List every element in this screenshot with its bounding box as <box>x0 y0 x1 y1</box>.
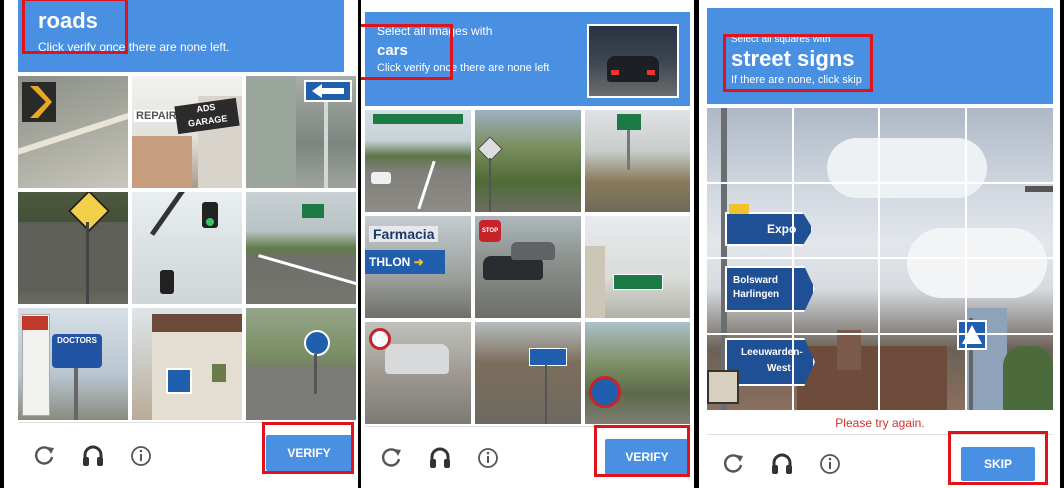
grid-square[interactable] <box>707 259 794 335</box>
car-icon <box>385 344 449 374</box>
reload-icon[interactable] <box>379 445 405 471</box>
image-tile[interactable] <box>246 76 356 188</box>
traffic-light-icon <box>202 202 218 228</box>
round-sign-icon <box>589 376 621 408</box>
reload-icon[interactable] <box>721 451 747 477</box>
grid-square[interactable] <box>880 183 967 259</box>
challenge-prompt: Select all squares with <box>731 34 831 45</box>
challenge-instruction: If there are none, click skip <box>731 74 862 86</box>
captcha-footer: SKIP <box>707 434 1053 488</box>
image-tile[interactable]: STOP <box>475 216 581 318</box>
challenge-header: roads Click verify once there are none l… <box>18 0 344 72</box>
image-tile[interactable] <box>246 308 356 420</box>
grid-square[interactable] <box>880 259 967 335</box>
image-tile[interactable] <box>132 308 242 420</box>
image-tile[interactable]: Farmacia THLON ➜ <box>365 216 471 318</box>
image-tile[interactable] <box>475 322 581 424</box>
challenge-keyword: cars <box>377 42 408 59</box>
captcha-footer: VERIFY <box>18 422 352 488</box>
grid-square[interactable] <box>707 334 794 410</box>
thlon-sign-text: THLON <box>369 255 411 269</box>
grid-square[interactable] <box>880 108 967 184</box>
grid-square[interactable] <box>793 108 880 184</box>
reload-icon[interactable] <box>32 443 58 469</box>
image-grid: Farmacia THLON ➜ STOP <box>365 110 690 424</box>
challenge-instruction: Click verify once there are none left. <box>38 40 230 54</box>
arrow-sign-icon <box>529 348 567 366</box>
image-grid: REPAIR ADS GARAGE DOCTORS <box>18 76 356 420</box>
image-tile[interactable] <box>585 322 690 424</box>
grid-square[interactable] <box>880 334 967 410</box>
arrow-right-icon: ➜ <box>413 255 424 269</box>
info-icon[interactable] <box>817 451 843 477</box>
image-tile[interactable] <box>585 216 690 318</box>
image-tile[interactable] <box>132 192 242 304</box>
info-icon[interactable] <box>475 445 501 471</box>
car-icon <box>371 172 391 184</box>
challenge-header: Select all images with cars Click verify… <box>365 12 690 106</box>
skip-button[interactable]: SKIP <box>961 447 1035 481</box>
image-tile[interactable]: REPAIR ADS GARAGE <box>132 76 242 188</box>
image-tile[interactable] <box>365 322 471 424</box>
square-grid <box>707 108 1053 410</box>
error-message: Please try again. <box>835 416 925 430</box>
doctors-sign: DOCTORS <box>52 334 102 368</box>
grid-square[interactable] <box>966 259 1053 335</box>
grid-square[interactable] <box>966 184 1053 259</box>
pedestrian-sign-icon <box>166 368 192 394</box>
audio-icon[interactable] <box>427 445 453 471</box>
image-tile[interactable] <box>365 110 471 212</box>
stop-sign: STOP <box>479 220 501 242</box>
grid-square[interactable] <box>793 183 880 259</box>
challenge-instruction: Click verify once there are none left <box>377 62 550 74</box>
street-signs-image: Expo Bolsward Harlingen Leeuwarden- West <box>707 108 1053 410</box>
roundabout-sign-icon <box>304 330 330 356</box>
verify-button[interactable]: VERIFY <box>266 435 352 471</box>
challenge-header: Select all squares with street signs If … <box>707 8 1053 104</box>
sample-car-image <box>587 24 679 98</box>
info-icon[interactable] <box>128 443 154 469</box>
challenge-keyword: street signs <box>731 46 855 71</box>
audio-icon[interactable] <box>80 443 106 469</box>
verify-button[interactable]: VERIFY <box>605 439 689 475</box>
farmacia-sign: Farmacia <box>369 226 439 242</box>
challenge-prompt: Select all images with <box>377 24 493 38</box>
arrow-sign-icon <box>304 80 352 102</box>
image-tile[interactable] <box>475 110 581 212</box>
grid-square[interactable] <box>966 108 1053 184</box>
grid-square[interactable] <box>794 334 880 410</box>
captcha-panel-roads: roads Click verify once there are none l… <box>4 0 358 488</box>
grid-square[interactable] <box>707 183 794 259</box>
image-tile[interactable] <box>18 192 128 304</box>
grid-square[interactable] <box>793 259 880 335</box>
green-road-sign-icon <box>617 114 641 130</box>
captcha-panel-street-signs: Select all squares with street signs If … <box>699 0 1060 488</box>
thlon-sign: THLON ➜ <box>365 250 445 274</box>
garage-sign-left: REPAIR <box>134 110 179 122</box>
captcha-panel-cars: Select all images with cars Click verify… <box>361 0 694 488</box>
grid-square[interactable] <box>707 108 794 184</box>
no-entry-sign-icon <box>369 328 391 350</box>
grid-square[interactable] <box>967 335 1054 411</box>
challenge-keyword: roads <box>38 8 98 33</box>
image-tile[interactable] <box>585 110 690 212</box>
green-road-sign-icon <box>302 204 324 218</box>
green-road-sign-icon <box>613 274 663 290</box>
audio-icon[interactable] <box>769 451 795 477</box>
image-tile[interactable] <box>246 192 356 304</box>
chevron-sign-icon <box>22 82 56 122</box>
image-tile[interactable]: DOCTORS <box>18 308 128 420</box>
car-icon <box>511 242 555 260</box>
image-tile[interactable] <box>18 76 128 188</box>
captcha-footer: VERIFY <box>365 426 690 488</box>
